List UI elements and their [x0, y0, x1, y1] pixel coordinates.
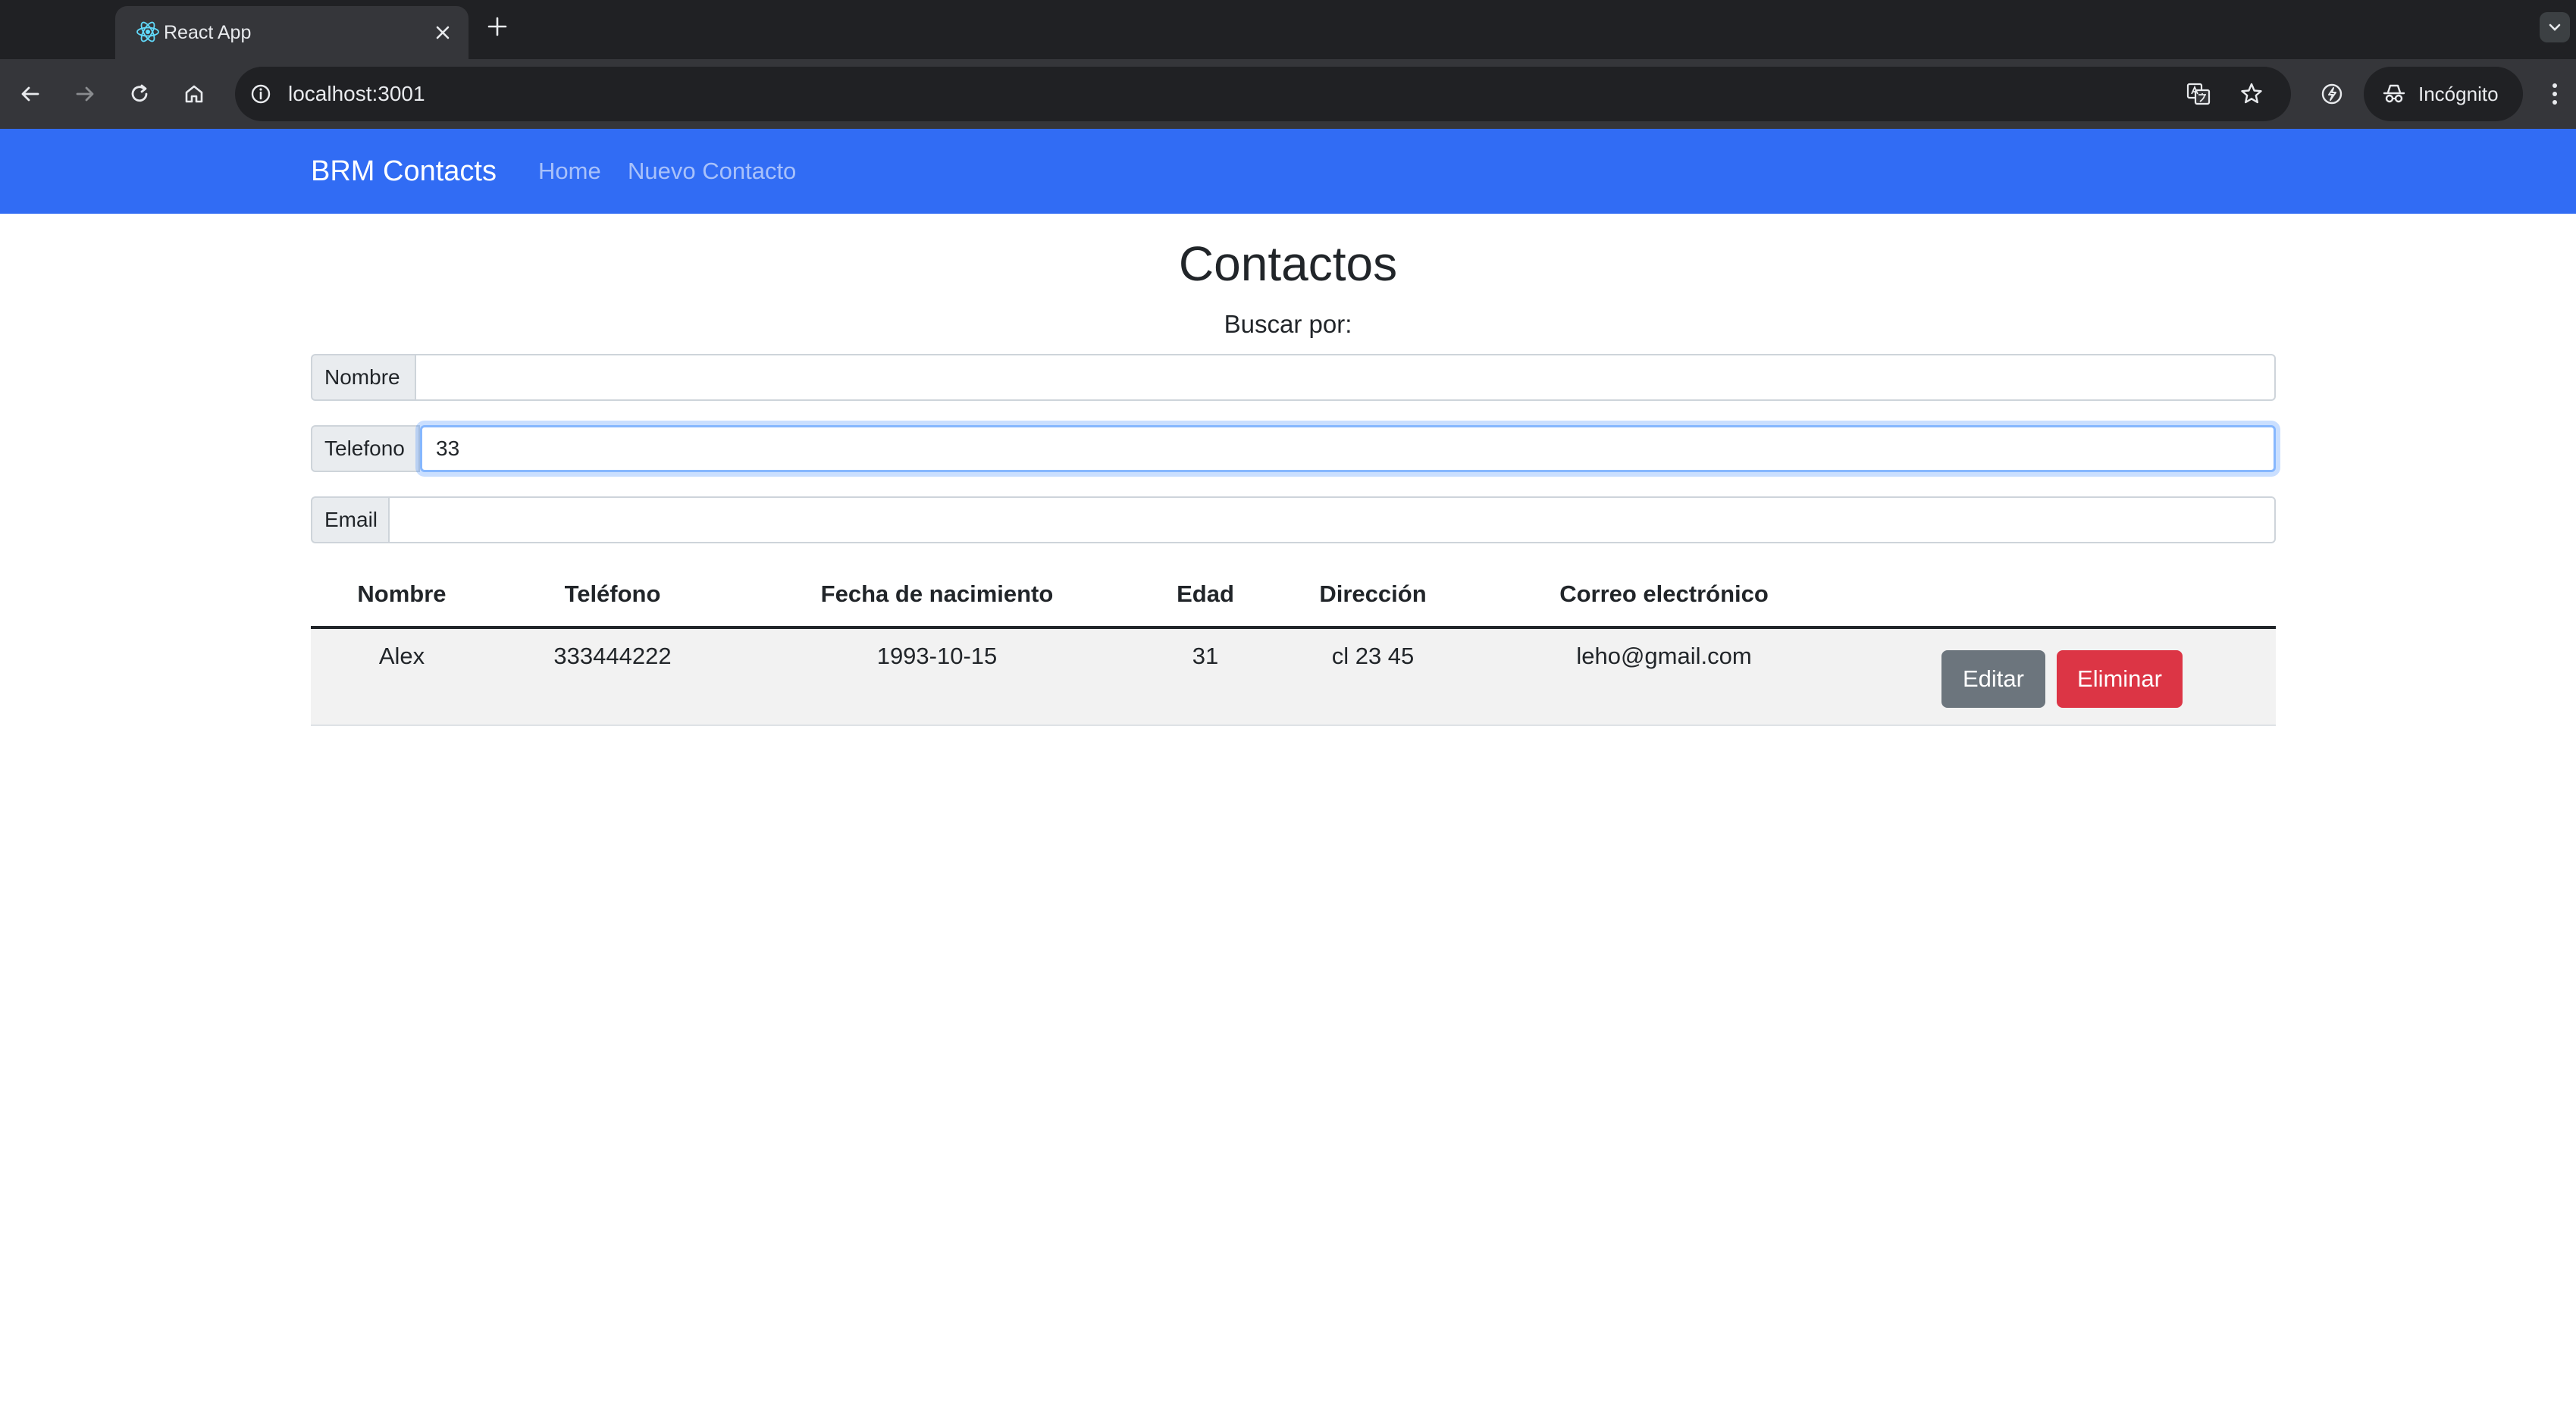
- nav-link-nuevo-contacto[interactable]: Nuevo Contacto: [628, 129, 796, 214]
- more-menu-icon[interactable]: [2540, 76, 2570, 112]
- search-caption: Buscar por:: [1224, 310, 1352, 338]
- filter-nombre-label: Nombre: [311, 354, 416, 401]
- chevron-down-icon[interactable]: [2540, 12, 2570, 42]
- filter-email-group: Email: [311, 496, 2276, 543]
- react-logo-icon: [135, 19, 161, 45]
- delete-button[interactable]: Eliminar: [2057, 650, 2183, 708]
- edit-button[interactable]: Editar: [1941, 650, 2045, 708]
- home-icon[interactable]: [176, 76, 212, 112]
- incognito-label: Incógnito: [2418, 83, 2499, 105]
- filter-email-label: Email: [311, 496, 390, 543]
- table-header: Nombre Teléfono Fecha de nacimiento Edad…: [311, 562, 2276, 629]
- browser-tab[interactable]: React App: [115, 6, 469, 59]
- incognito-profile-button[interactable]: Incógnito: [2364, 67, 2523, 121]
- header-direccion: Dirección: [1319, 581, 1427, 607]
- bookmark-star-icon[interactable]: [2236, 79, 2267, 109]
- browser-toolbar: localhost:3001 Incógnito: [0, 59, 2576, 129]
- close-icon[interactable]: [429, 19, 456, 46]
- browser-tabstrip: React App: [0, 0, 2576, 59]
- cell-direccion: cl 23 45: [1331, 643, 1415, 669]
- site-info-icon[interactable]: [246, 79, 276, 109]
- filter-nombre-group: Nombre: [311, 354, 2276, 401]
- app-navbar: BRM Contacts Home Nuevo Contacto: [0, 129, 2576, 214]
- cell-edad: 31: [1192, 643, 1219, 669]
- nav-link-home[interactable]: Home: [538, 129, 601, 214]
- url-text: localhost:3001: [288, 82, 425, 105]
- cell-nombre: Alex: [378, 643, 425, 669]
- translate-icon[interactable]: [2183, 79, 2214, 109]
- reload-icon[interactable]: [121, 76, 158, 112]
- filter-telefono-input[interactable]: [420, 425, 2276, 472]
- cell-correo: leho@gmail.com: [1576, 643, 1752, 669]
- header-nombre: Nombre: [357, 581, 447, 607]
- cell-telefono: 333444222: [553, 643, 672, 669]
- header-fecha: Fecha de nacimiento: [820, 581, 1054, 607]
- new-tab-icon[interactable]: [482, 11, 512, 42]
- forward-arrow-icon[interactable]: [67, 76, 103, 112]
- filter-telefono-label: Telefono: [311, 425, 420, 472]
- filter-email-input[interactable]: [390, 496, 2276, 543]
- header-telefono: Teléfono: [564, 581, 661, 607]
- filter-nombre-input[interactable]: [416, 354, 2276, 401]
- cell-fecha: 1993-10-15: [876, 643, 998, 669]
- navbar-brand[interactable]: BRM Contacts: [311, 129, 497, 214]
- tab-title: React App: [164, 22, 252, 43]
- header-edad: Edad: [1177, 581, 1234, 607]
- table-row: Alex 333444222 1993-10-15 31 cl 23 45 le…: [311, 629, 2276, 726]
- address-bar[interactable]: localhost:3001: [235, 67, 2291, 121]
- extension-icon[interactable]: [2314, 76, 2350, 112]
- header-correo: Correo electrónico: [1559, 581, 1769, 607]
- back-arrow-icon[interactable]: [12, 76, 49, 112]
- filter-telefono-group: Telefono: [311, 425, 2276, 472]
- incognito-icon: [2380, 80, 2408, 108]
- page-title: Contactos: [1178, 236, 1398, 291]
